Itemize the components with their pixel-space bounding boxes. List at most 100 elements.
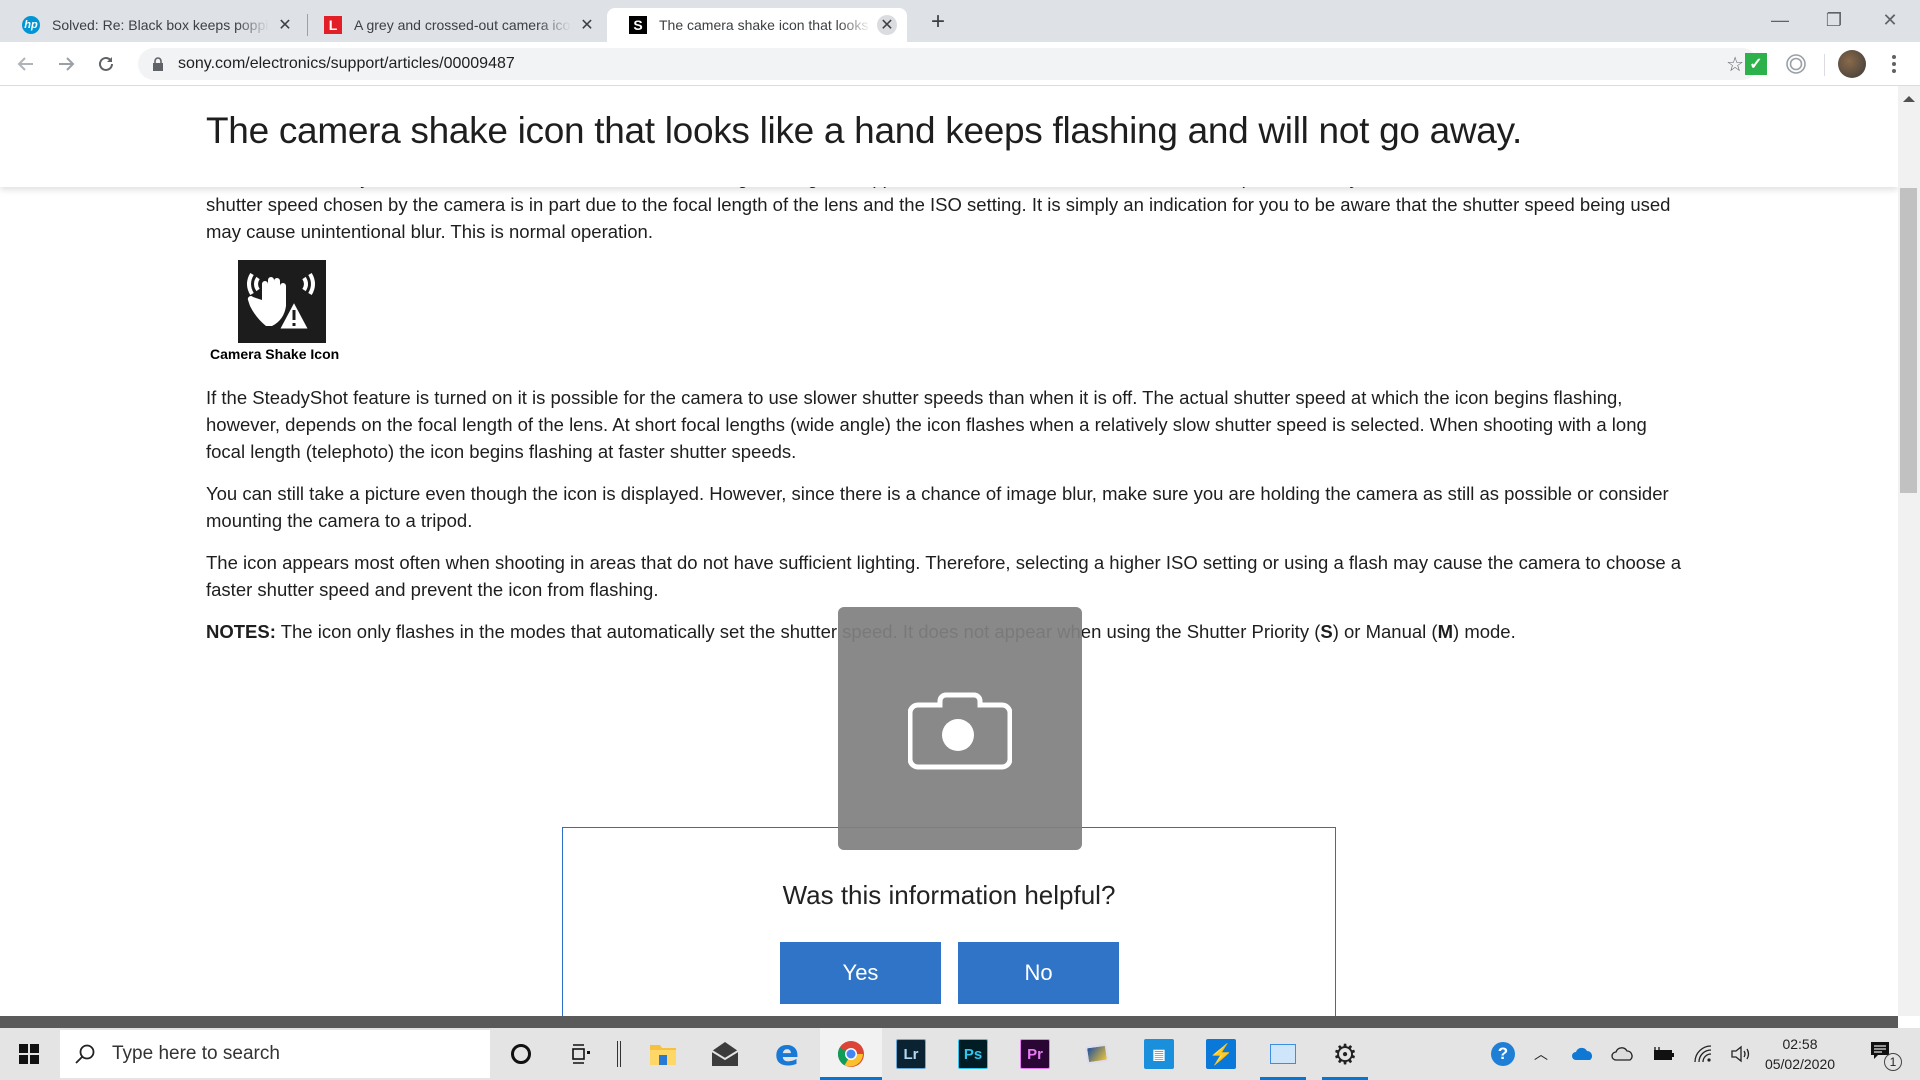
reload-button[interactable] bbox=[92, 50, 120, 78]
action-center-button[interactable]: 1 bbox=[1862, 1028, 1908, 1080]
yes-button[interactable]: Yes bbox=[780, 942, 941, 1004]
article-paragraph: If the SteadyShot feature is turned on i… bbox=[206, 387, 1647, 462]
printer-icon: ▤ bbox=[1144, 1039, 1174, 1069]
bolt-app-button[interactable]: ⚡ bbox=[1196, 1028, 1246, 1080]
notification-count-badge: 1 bbox=[1884, 1053, 1902, 1071]
figure-caption: Camera Shake Icon bbox=[210, 346, 340, 362]
sony-favicon-icon: S bbox=[629, 16, 647, 34]
tab-hp-solved[interactable]: hp Solved: Re: Black box keeps popping u… bbox=[0, 8, 305, 42]
cortana-button[interactable] bbox=[496, 1028, 546, 1080]
camera-icon bbox=[908, 692, 1012, 769]
maximize-button[interactable]: ❐ bbox=[1806, 0, 1862, 40]
extension-cast-icon[interactable] bbox=[1784, 52, 1808, 76]
scroll-up-arrow-icon[interactable] bbox=[1903, 96, 1915, 102]
onedrive-tray-button[interactable] bbox=[1566, 1028, 1600, 1080]
cloud-outline-icon bbox=[1611, 1047, 1633, 1061]
close-tab-icon[interactable]: ✕ bbox=[275, 15, 295, 35]
mode-s: S bbox=[1320, 621, 1333, 642]
settings-button[interactable]: ⚙ bbox=[1320, 1028, 1370, 1080]
chrome-menu-icon[interactable] bbox=[1882, 52, 1906, 76]
url-text[interactable]: sony.com/electronics/support/articles/00… bbox=[178, 55, 515, 73]
photoshop-button[interactable]: Ps bbox=[948, 1028, 998, 1080]
search-icon bbox=[74, 1043, 96, 1065]
toolbar-divider bbox=[1824, 54, 1825, 76]
notes-text: The icon only flashes in the modes that … bbox=[275, 621, 1321, 642]
edge-button[interactable]: e bbox=[762, 1028, 812, 1080]
sticky-header: The camera shake icon that looks like a … bbox=[0, 86, 1898, 187]
browser-toolbar: sony.com/electronics/support/articles/00… bbox=[0, 42, 1920, 86]
show-hidden-icons-button[interactable]: ︿ bbox=[1526, 1028, 1556, 1080]
hp-favicon-icon: hp bbox=[22, 16, 40, 34]
tab-title: Solved: Re: Black box keeps popping up bbox=[52, 17, 269, 33]
premiere-icon: Pr bbox=[1020, 1039, 1050, 1069]
minimize-button[interactable]: — bbox=[1752, 0, 1808, 40]
close-tab-icon[interactable]: ✕ bbox=[877, 15, 897, 35]
folder-icon bbox=[650, 1045, 676, 1065]
page-bottom-bar bbox=[0, 1016, 1898, 1028]
extension-check-icon[interactable]: ✓ bbox=[1744, 52, 1768, 76]
new-tab-button[interactable]: + bbox=[924, 8, 952, 36]
lightroom-icon: Lr bbox=[896, 1039, 926, 1069]
article-body: Whether the SteadyShot™ feature is turne… bbox=[206, 164, 1686, 660]
article-title: The camera shake icon that looks like a … bbox=[206, 110, 1523, 151]
forward-button[interactable] bbox=[52, 50, 80, 78]
system-clock[interactable]: 02:58 05/02/2020 bbox=[1760, 1034, 1840, 1074]
file-explorer-button[interactable] bbox=[638, 1028, 688, 1080]
page-scrollbar[interactable] bbox=[1898, 86, 1920, 1016]
volume-tray-button[interactable] bbox=[1724, 1028, 1758, 1080]
help-icon: ? bbox=[1491, 1042, 1515, 1066]
wifi-tray-button[interactable] bbox=[1686, 1028, 1720, 1080]
address-bar[interactable]: sony.com/electronics/support/articles/00… bbox=[138, 48, 1758, 80]
onedrive-cloud-icon bbox=[1572, 1047, 1592, 1060]
windows-taskbar: Type here to search e Lr Ps Pr ▤ ⚡ ⚙ ? ︿… bbox=[0, 1028, 1920, 1080]
mode-m: M bbox=[1437, 621, 1454, 642]
web-page: The camera shake icon that looks like a … bbox=[0, 86, 1898, 1016]
chrome-icon bbox=[837, 1041, 864, 1067]
wifi-icon bbox=[1694, 1045, 1712, 1063]
taskbar-divider bbox=[612, 1028, 626, 1080]
bookmark-star-icon[interactable]: ☆ bbox=[1726, 52, 1744, 77]
scrollbar-thumb[interactable] bbox=[1900, 188, 1917, 493]
feedback-question: Was this information helpful? bbox=[782, 880, 1116, 910]
task-view-button[interactable] bbox=[556, 1028, 606, 1080]
tab-grey-camera[interactable]: L A grey and crossed-out camera icon ✕ bbox=[302, 8, 607, 42]
photo-viewer-button[interactable] bbox=[1072, 1028, 1122, 1080]
camera-shake-figure: Camera Shake Icon bbox=[210, 260, 350, 362]
close-window-button[interactable]: ✕ bbox=[1862, 0, 1918, 40]
chrome-taskbar-button[interactable] bbox=[820, 1028, 882, 1080]
speaker-icon bbox=[1731, 1045, 1750, 1063]
task-view-icon bbox=[572, 1044, 590, 1064]
notes-text: ) or Manual ( bbox=[1332, 621, 1438, 642]
battery-charging-icon bbox=[1654, 1047, 1674, 1060]
help-tray-button[interactable]: ? bbox=[1486, 1028, 1520, 1080]
edge-icon: e bbox=[774, 1033, 800, 1074]
premiere-button[interactable]: Pr bbox=[1010, 1028, 1060, 1080]
profile-avatar[interactable] bbox=[1838, 50, 1866, 78]
mail-button[interactable] bbox=[700, 1028, 750, 1080]
mail-icon bbox=[711, 1042, 739, 1066]
start-button[interactable] bbox=[0, 1028, 58, 1080]
back-button[interactable] bbox=[12, 50, 40, 78]
lock-icon bbox=[152, 57, 164, 71]
arrow-left-icon bbox=[17, 57, 33, 71]
feedback-panel: Was this information helpful? Yes No bbox=[562, 827, 1336, 1016]
battery-tray-button[interactable] bbox=[1646, 1028, 1680, 1080]
tab-camera-shake[interactable]: S The camera shake icon that looks like … bbox=[607, 8, 907, 42]
close-tab-icon[interactable]: ✕ bbox=[577, 15, 597, 35]
article-paragraph: The icon appears most often when shootin… bbox=[206, 552, 1682, 600]
lightroom-button[interactable]: Lr bbox=[886, 1028, 936, 1080]
windows-logo-icon bbox=[19, 1044, 39, 1064]
print-app-button[interactable]: ▤ bbox=[1134, 1028, 1184, 1080]
camera-shake-hand-icon bbox=[238, 260, 326, 343]
arrow-right-icon bbox=[59, 57, 75, 71]
no-button[interactable]: No bbox=[958, 942, 1119, 1004]
photoshop-icon: Ps bbox=[958, 1039, 988, 1069]
cortana-icon bbox=[511, 1044, 531, 1064]
camera-overlay[interactable] bbox=[838, 607, 1082, 850]
control-panel-button[interactable] bbox=[1258, 1028, 1308, 1080]
bolt-icon: ⚡ bbox=[1206, 1039, 1236, 1069]
onedrive-personal-tray-button[interactable] bbox=[1606, 1028, 1640, 1080]
tab-title: A grey and crossed-out camera icon bbox=[354, 17, 571, 33]
taskbar-search-input[interactable]: Type here to search bbox=[60, 1030, 490, 1078]
tab-title: The camera shake icon that looks like a … bbox=[659, 17, 871, 33]
